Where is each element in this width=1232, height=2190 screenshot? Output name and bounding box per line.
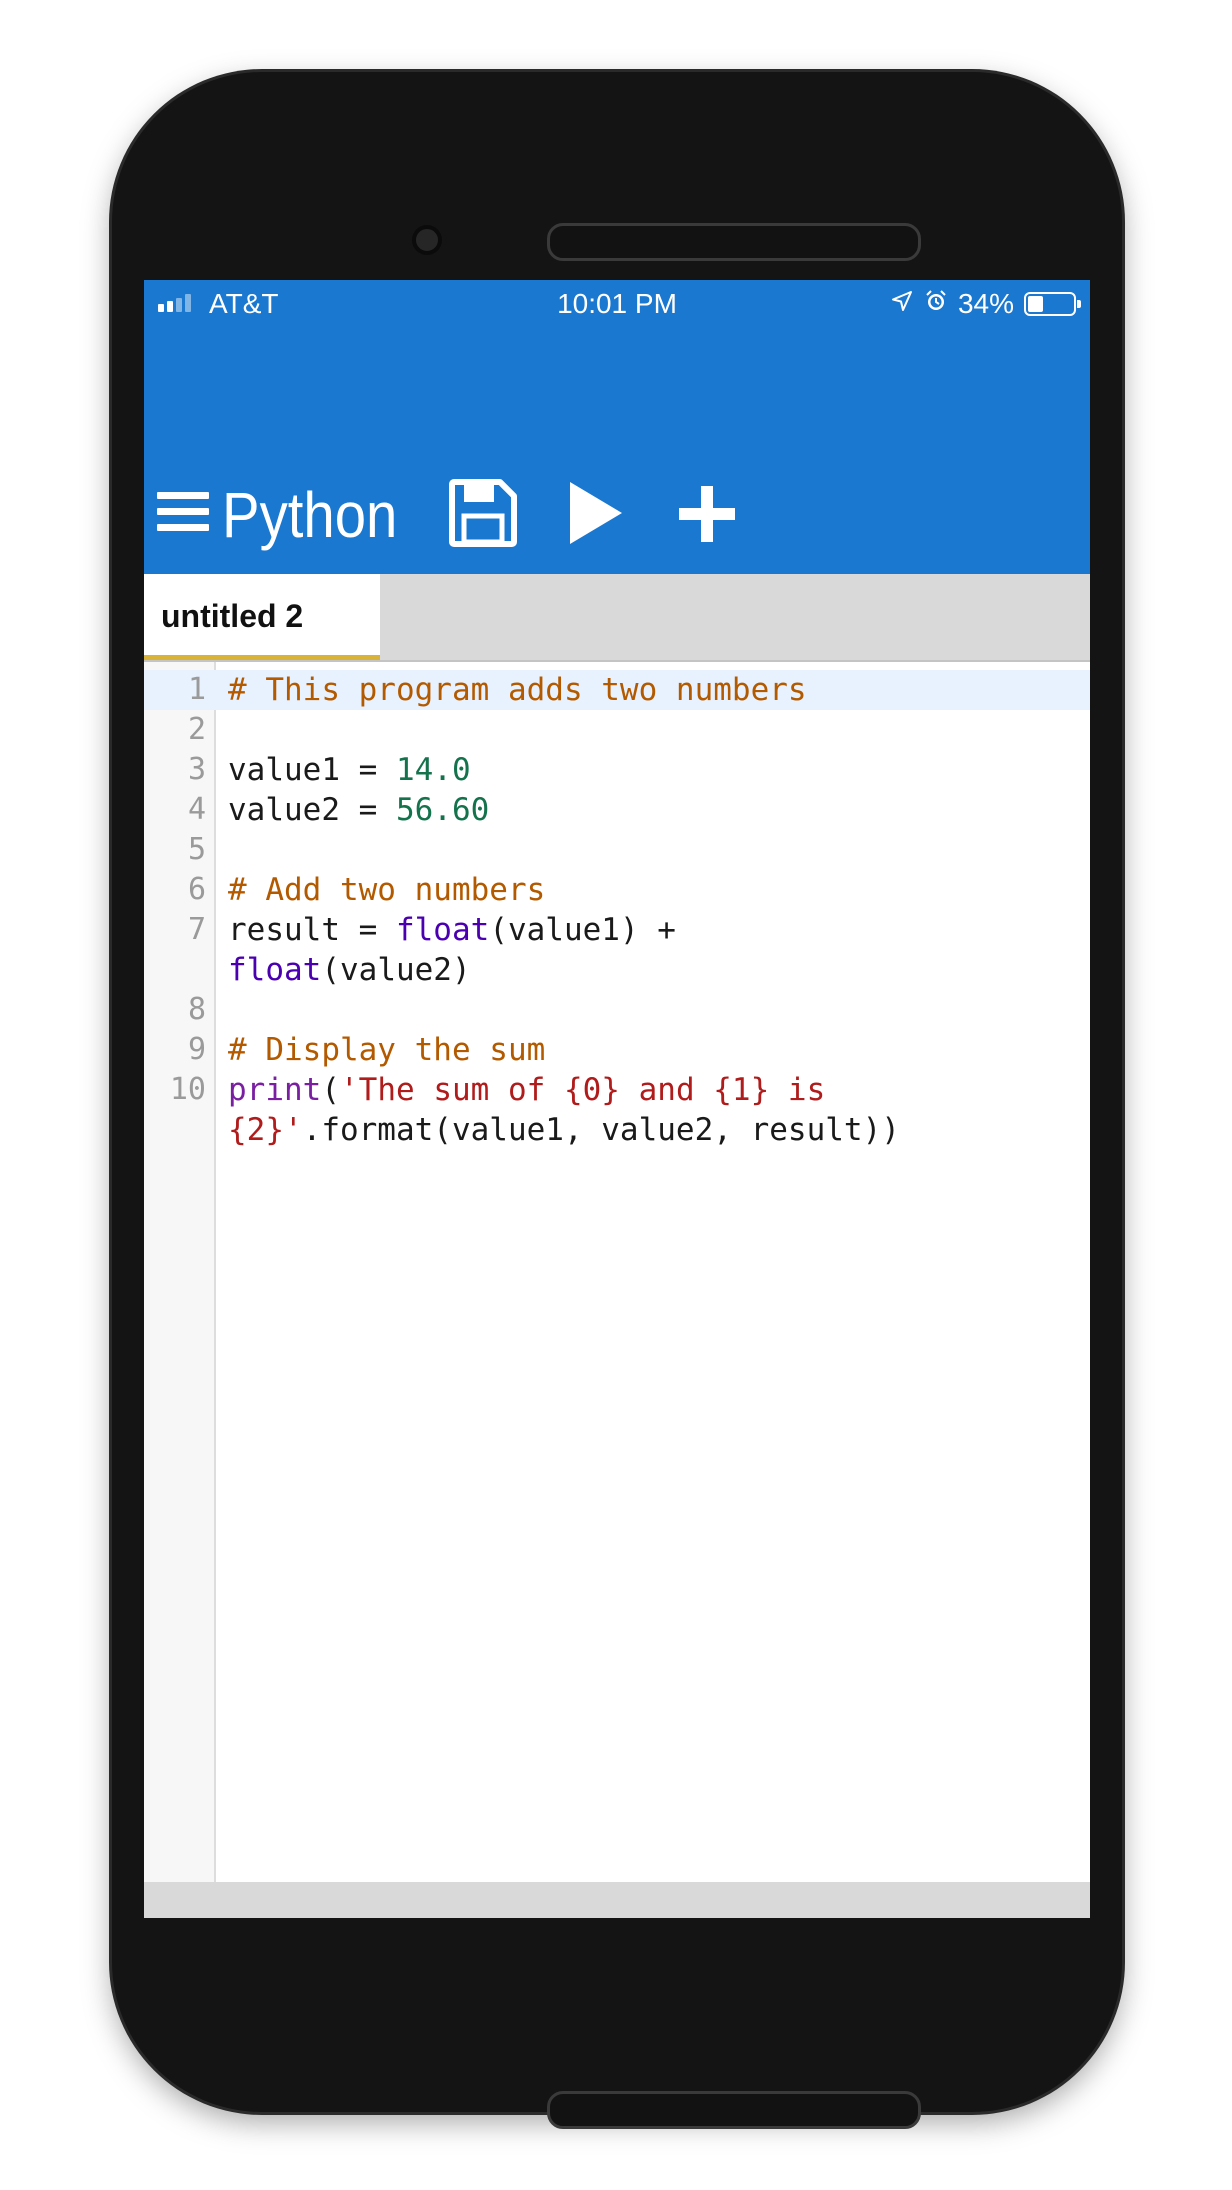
line-text: print('The sum of {0} and {1} is {2}'.fo… [228, 1070, 1090, 1150]
hamburger-menu-icon[interactable] [157, 492, 209, 532]
tab-label: untitled 2 [161, 598, 304, 634]
code-token-plain: (value1) + [489, 912, 676, 948]
code-token-builtin: float [228, 952, 322, 988]
camera [412, 225, 442, 255]
code-token-comment: # Display the sum [228, 1032, 546, 1068]
code-line[interactable]: 10 print('The sum of {0} and {1} is {2}'.… [144, 1070, 1090, 1150]
save-button[interactable] [448, 478, 518, 548]
code-token-comment: # Add two numbers [228, 872, 546, 908]
bottom-speaker [547, 2091, 921, 2129]
line-text: # This program adds two numbers [228, 670, 1090, 710]
code-area[interactable]: 1 # This program adds two numbers 2 3 value… [144, 670, 1090, 1150]
line-number: 9 [187, 1032, 206, 1067]
battery-percent: 34% [957, 288, 1014, 319]
line-number: 5 [187, 832, 206, 867]
code-line[interactable]: 6 # Add two numbers [144, 870, 1090, 910]
status-indicators: 34% [890, 288, 1081, 320]
code-line[interactable]: 5 [144, 830, 1090, 870]
code-token-number: 56.60 [395, 792, 490, 828]
status-bar: AT&T 10:01 PM 34% [144, 280, 1090, 328]
battery-icon [1024, 292, 1081, 316]
line-number: 2 [187, 712, 206, 747]
line-text: result = float(value1) + float(value2) [228, 910, 1090, 990]
line-text: value2 = 56.60 [228, 790, 1090, 830]
bottom-bar [144, 1882, 1090, 1918]
line-text: # Display the sum [228, 1030, 1090, 1070]
code-token-plain: (value2) [321, 952, 471, 988]
line-number: 6 [187, 872, 206, 907]
app-screen: AT&T 10:01 PM 34% Python untitled 2 1 # … [144, 280, 1090, 1918]
code-token-number: 14.0 [395, 752, 471, 788]
line-number: 7 [187, 912, 206, 947]
save-icon [449, 479, 517, 547]
code-token-plain: .format(value1, value2, result)) [302, 1112, 900, 1148]
code-token-plain: value2 = [228, 792, 396, 828]
code-token-comment: # This program adds two numbers [228, 672, 807, 708]
code-line[interactable]: 9 # Display the sum [144, 1030, 1090, 1070]
tab-bar: untitled 2 [144, 574, 1090, 662]
earpiece-speaker [547, 223, 921, 261]
run-button[interactable] [560, 478, 630, 548]
code-line[interactable]: 2 [144, 710, 1090, 750]
code-token-plain: result = [228, 912, 396, 948]
alarm-clock-icon [924, 289, 948, 320]
line-number: 4 [187, 792, 206, 827]
code-line[interactable]: 4 value2 = 56.60 [144, 790, 1090, 830]
app-header: AT&T 10:01 PM 34% Python [144, 280, 1090, 574]
code-line[interactable]: 3 value1 = 14.0 [144, 750, 1090, 790]
battery-fill [1028, 296, 1043, 312]
tab-untitled-2[interactable]: untitled 2 [144, 574, 380, 660]
code-line[interactable]: 7 result = float(value1) + float(value2) [144, 910, 1090, 990]
line-number: 8 [187, 992, 206, 1027]
line-number: 10 [169, 1072, 206, 1107]
code-token-builtin: float [395, 912, 490, 948]
code-token-keyword: print [228, 1072, 322, 1108]
code-line[interactable]: 1 # This program adds two numbers [144, 670, 1090, 710]
plus-icon [679, 486, 735, 542]
code-line[interactable]: 8 [144, 990, 1090, 1030]
app-title: Python [222, 479, 398, 551]
code-token-plain: value1 = [228, 752, 396, 788]
line-text [228, 710, 1090, 750]
line-text [228, 990, 1090, 1030]
play-icon [570, 482, 622, 544]
line-text: # Add two numbers [228, 870, 1090, 910]
code-token-plain: ( [321, 1072, 340, 1108]
line-text: value1 = 14.0 [228, 750, 1090, 790]
new-file-button[interactable] [672, 478, 742, 548]
line-text [228, 830, 1090, 870]
line-number: 3 [187, 752, 206, 787]
code-editor[interactable]: 1 # This program adds two numbers 2 3 value… [144, 662, 1090, 1882]
location-arrow-icon [890, 289, 914, 320]
line-number: 1 [187, 672, 206, 707]
